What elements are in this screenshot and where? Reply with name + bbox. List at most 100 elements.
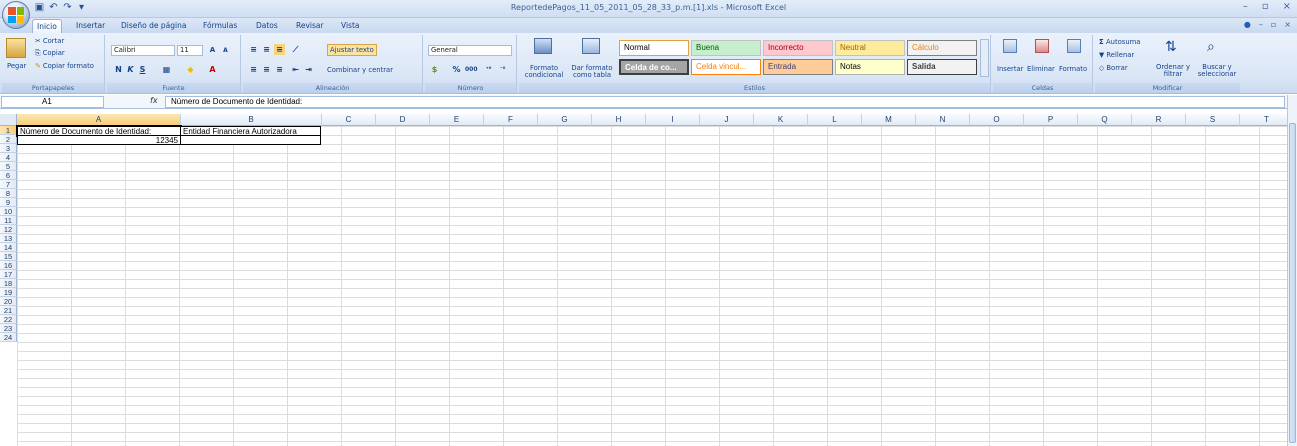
shrink-font-icon[interactable]: A xyxy=(220,45,231,56)
grow-font-icon[interactable]: A xyxy=(207,45,218,56)
cell-a2[interactable]: 12345 xyxy=(17,135,181,145)
font-name-select[interactable]: Calibri xyxy=(111,45,175,56)
close-workbook-button[interactable]: × xyxy=(1284,20,1291,29)
style-calculo[interactable]: Cálculo xyxy=(907,40,977,56)
row-header-16[interactable]: 16 xyxy=(0,261,17,270)
scrollbar-thumb[interactable] xyxy=(1289,123,1296,443)
align-right-icon[interactable]: ≡ xyxy=(274,64,285,75)
row-header-6[interactable]: 6 xyxy=(0,171,17,180)
column-header-i[interactable]: I xyxy=(646,114,700,126)
row-header-21[interactable]: 21 xyxy=(0,306,17,315)
format-as-table-icon[interactable] xyxy=(582,38,600,54)
row-header-5[interactable]: 5 xyxy=(0,162,17,171)
row-header-7[interactable]: 7 xyxy=(0,180,17,189)
cell-b2[interactable] xyxy=(180,135,321,145)
column-header-n[interactable]: N xyxy=(916,114,970,126)
row-header-15[interactable]: 15 xyxy=(0,252,17,261)
align-center-icon[interactable]: ≡ xyxy=(261,64,272,75)
conditional-format-icon[interactable] xyxy=(534,38,552,54)
italic-button[interactable]: K xyxy=(125,64,136,75)
column-header-a[interactable]: A xyxy=(17,114,181,126)
style-celda-comprobacion[interactable]: Celda de co... xyxy=(619,59,689,75)
align-middle-icon[interactable]: ≡ xyxy=(261,44,272,55)
tab-diseno-pagina[interactable]: Diseño de página xyxy=(117,19,190,33)
borders-icon[interactable]: ▦ xyxy=(161,64,172,75)
autosum-button[interactable]: Σ Autosuma xyxy=(1099,38,1140,46)
insert-cells-button[interactable]: Insertar xyxy=(997,65,1023,73)
help-icon[interactable]: ● xyxy=(1244,20,1251,29)
column-header-p[interactable]: P xyxy=(1024,114,1078,126)
copy-button[interactable]: ⎘ Copiar xyxy=(35,49,65,58)
row-header-10[interactable]: 10 xyxy=(0,207,17,216)
decrease-indent-icon[interactable]: ⇤ xyxy=(290,64,301,75)
style-entrada[interactable]: Entrada xyxy=(763,59,833,75)
column-header-m[interactable]: M xyxy=(862,114,916,126)
vertical-scrollbar[interactable] xyxy=(1287,95,1297,446)
binoculars-icon[interactable]: ⌕ xyxy=(1207,39,1215,55)
row-header-3[interactable]: 3 xyxy=(0,144,17,153)
merge-center-button[interactable]: Combinar y centrar xyxy=(327,66,393,74)
formula-input[interactable]: Número de Documento de Identidad: xyxy=(165,96,1285,108)
row-header-20[interactable]: 20 xyxy=(0,297,17,306)
insert-cells-icon[interactable] xyxy=(1003,39,1017,53)
row-header-17[interactable]: 17 xyxy=(0,270,17,279)
orientation-icon[interactable]: ⟋ xyxy=(290,44,301,55)
format-cells-button[interactable]: Formato xyxy=(1059,65,1087,73)
row-header-1[interactable]: 1 xyxy=(0,126,17,135)
increase-decimal-icon[interactable]: ⁺⁰ xyxy=(483,64,494,75)
align-left-icon[interactable]: ≡ xyxy=(248,64,259,75)
tab-vista[interactable]: Vista xyxy=(337,19,364,33)
column-header-t[interactable]: T xyxy=(1240,114,1287,126)
align-top-icon[interactable]: ≡ xyxy=(248,44,259,55)
column-header-r[interactable]: R xyxy=(1132,114,1186,126)
font-color-icon[interactable]: A xyxy=(207,64,218,75)
column-header-f[interactable]: F xyxy=(484,114,538,126)
format-as-table-button[interactable]: Dar formato como tabla xyxy=(569,65,615,79)
select-all-corner[interactable] xyxy=(0,114,17,126)
column-header-q[interactable]: Q xyxy=(1078,114,1132,126)
style-neutral[interactable]: Neutral xyxy=(835,40,905,56)
column-header-k[interactable]: K xyxy=(754,114,808,126)
wrap-text-button[interactable]: Ajustar texto xyxy=(327,44,377,56)
tab-inicio[interactable]: Inicio xyxy=(32,19,62,33)
close-button[interactable]: × xyxy=(1283,1,1291,12)
row-header-14[interactable]: 14 xyxy=(0,243,17,252)
tab-revisar[interactable]: Revisar xyxy=(292,19,328,33)
style-incorrecto[interactable]: Incorrecto xyxy=(763,40,833,56)
format-painter-button[interactable]: ✎ Copiar formato xyxy=(35,62,94,70)
row-header-22[interactable]: 22 xyxy=(0,315,17,324)
font-size-select[interactable]: 11 xyxy=(177,45,203,56)
number-format-select[interactable]: General xyxy=(428,45,512,56)
column-header-g[interactable]: G xyxy=(538,114,592,126)
align-bottom-icon[interactable]: ≡ xyxy=(274,44,285,55)
cut-button[interactable]: ✂ Cortar xyxy=(35,37,64,45)
delete-cells-icon[interactable] xyxy=(1035,39,1049,53)
row-header-12[interactable]: 12 xyxy=(0,225,17,234)
tab-datos[interactable]: Datos xyxy=(252,19,282,33)
increase-indent-icon[interactable]: ⇥ xyxy=(303,64,314,75)
style-salida[interactable]: Salida xyxy=(907,59,977,75)
column-header-e[interactable]: E xyxy=(430,114,484,126)
paste-icon[interactable] xyxy=(6,38,26,58)
underline-button[interactable]: S xyxy=(137,64,148,75)
fill-button[interactable]: ▼ Rellenar xyxy=(1099,51,1134,59)
decrease-decimal-icon[interactable]: ⁻⁰ xyxy=(497,64,508,75)
style-celda-vinculada[interactable]: Celda vincul... xyxy=(691,59,761,75)
clear-button[interactable]: ◇ Borrar xyxy=(1099,64,1128,72)
column-header-b[interactable]: B xyxy=(181,114,322,126)
percent-button[interactable]: % xyxy=(451,64,462,75)
office-button[interactable] xyxy=(2,1,30,29)
restore-workbook-button[interactable]: ▫ xyxy=(1271,20,1276,29)
column-header-l[interactable]: L xyxy=(808,114,862,126)
row-header-24[interactable]: 24 xyxy=(0,333,17,342)
row-header-18[interactable]: 18 xyxy=(0,279,17,288)
row-header-11[interactable]: 11 xyxy=(0,216,17,225)
minimize-button[interactable]: – xyxy=(1243,1,1248,12)
tab-formulas[interactable]: Fórmulas xyxy=(199,19,241,33)
column-header-h[interactable]: H xyxy=(592,114,646,126)
column-header-o[interactable]: O xyxy=(970,114,1024,126)
row-header-19[interactable]: 19 xyxy=(0,288,17,297)
minimize-workbook-button[interactable]: – xyxy=(1259,20,1263,29)
currency-icon[interactable]: $ xyxy=(429,64,440,75)
delete-cells-button[interactable]: Eliminar xyxy=(1027,65,1055,73)
